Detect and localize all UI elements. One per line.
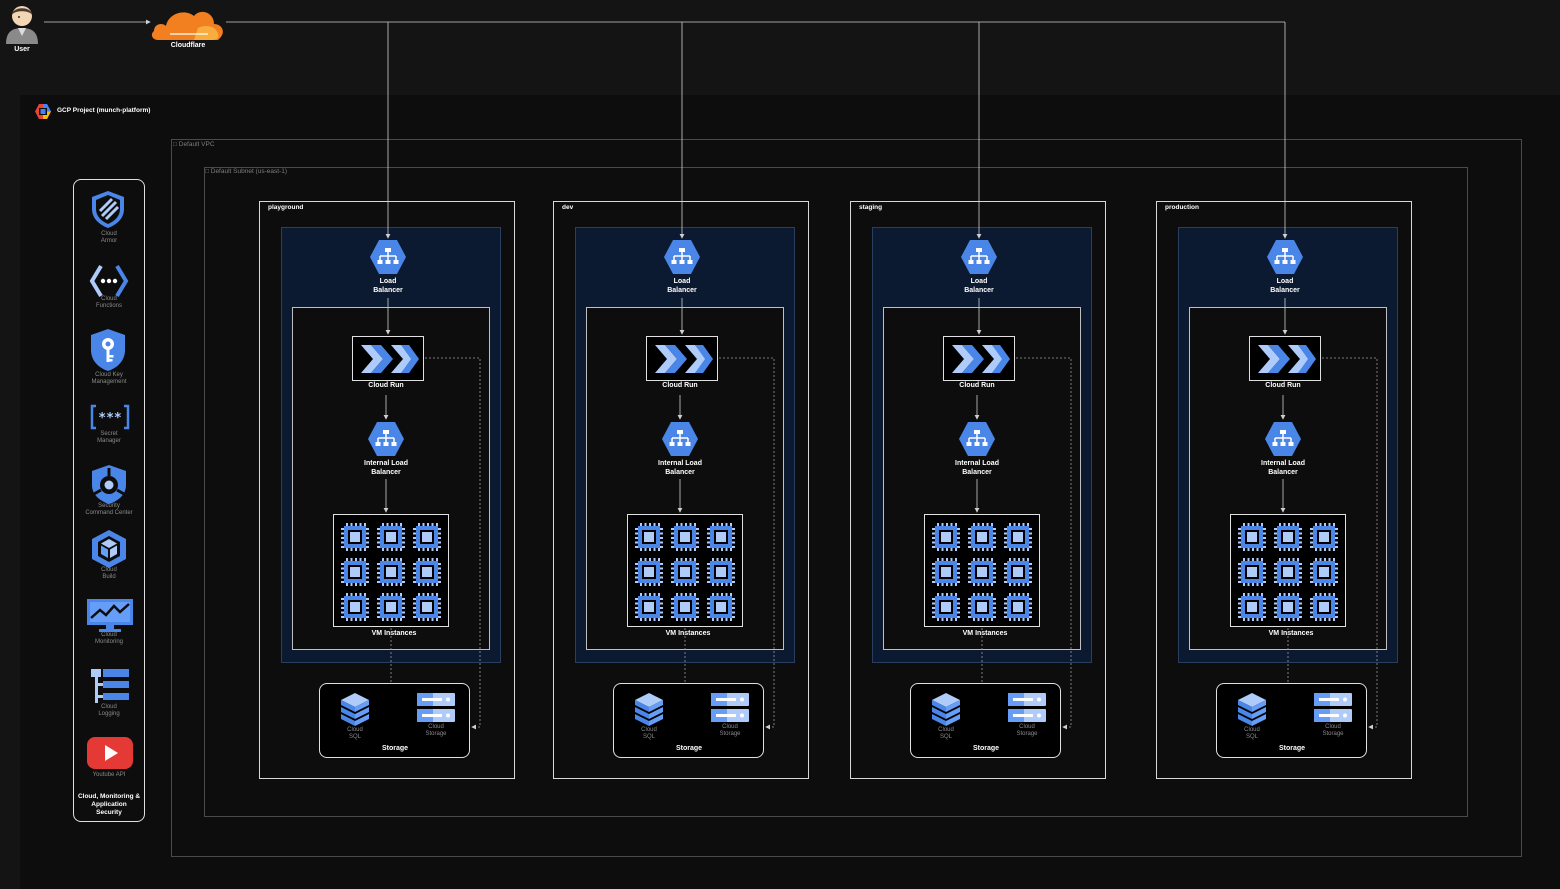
sidebar-item-label: Youtube API	[92, 772, 126, 778]
sidebar-item-label: Security Command Center	[85, 503, 133, 516]
internal-load-balancer-label: Internal Load Balancer	[364, 460, 408, 476]
load-balancer-icon[interactable]	[369, 239, 407, 280]
cloud-run-icon	[1256, 341, 1316, 382]
load-balancer-label: Load Balancer	[1270, 278, 1300, 294]
cloud-run-icon	[653, 341, 713, 382]
environment-title: playground	[268, 204, 304, 211]
vpc-label-row: □ Default VPC	[173, 141, 215, 148]
cloud-run-label: Cloud Run	[1265, 382, 1301, 389]
load-balancer-label: Load Balancer	[667, 278, 697, 294]
cloud-run-icon	[359, 341, 419, 382]
environment-title: staging	[859, 204, 883, 211]
internal-load-balancer-icon[interactable]	[1264, 421, 1302, 462]
vm-cpu-grid-icon	[337, 519, 445, 626]
sidebar-item-label: Cloud Logging	[98, 704, 120, 717]
vpc-icon: □	[173, 141, 177, 148]
cloud-storage-label: Cloud Storage	[719, 724, 741, 737]
sidebar-item-label: Cloud Functions	[95, 296, 122, 309]
cloud-run-box[interactable]	[1249, 336, 1321, 381]
gcp-project-title: GCP Project (munch-platform)	[57, 107, 151, 114]
vm-instances-box[interactable]	[1230, 514, 1346, 627]
cloud-sql-icon[interactable]	[1237, 692, 1267, 731]
internal-load-balancer-icon[interactable]	[958, 421, 996, 462]
internal-load-balancer-label: Internal Load Balancer	[1261, 460, 1305, 476]
internal-load-balancer-icon[interactable]	[367, 421, 405, 462]
environment-title: production	[1165, 204, 1199, 211]
user-label: User	[14, 46, 30, 53]
sidebar-footer-label: Cloud, Monitoring & Application Security	[77, 793, 141, 816]
cloud-sql-icon[interactable]	[340, 692, 370, 731]
youtube-icon[interactable]	[86, 736, 134, 775]
cloud-storage-label: Cloud Storage	[1322, 724, 1344, 737]
internal-load-balancer-label: Internal Load Balancer	[658, 460, 702, 476]
cloudflare-icon	[150, 4, 226, 47]
cloudflare-label: Cloudflare	[170, 42, 206, 49]
cloud-sql-icon[interactable]	[931, 692, 961, 731]
cloud-sql-label: Cloud SQL	[1244, 727, 1260, 740]
cloud-sql-label: Cloud SQL	[641, 727, 657, 740]
cloud-storage-label: Cloud Storage	[1016, 724, 1038, 737]
cloud-sql-icon[interactable]	[634, 692, 664, 731]
cloud-run-label: Cloud Run	[662, 382, 698, 389]
cloud-run-box[interactable]	[646, 336, 718, 381]
storage-label: Storage	[1278, 745, 1306, 752]
svg-text:***: ***	[98, 411, 122, 426]
cloud-storage-label: Cloud Storage	[425, 724, 447, 737]
load-balancer-icon[interactable]	[960, 239, 998, 280]
gcp-project-icon	[35, 104, 51, 124]
key-management-icon[interactable]	[90, 328, 126, 377]
sidebar-item-label: Cloud Key Management	[91, 372, 127, 385]
vpc-label: Default VPC	[178, 141, 215, 148]
cloud-sql-label: Cloud SQL	[347, 727, 363, 740]
vm-instances-label: VM Instances	[371, 630, 417, 637]
load-balancer-label: Load Balancer	[373, 278, 403, 294]
cloud-sql-label: Cloud SQL	[938, 727, 954, 740]
cloud-armor-icon[interactable]	[90, 189, 126, 234]
vm-instances-label: VM Instances	[1268, 630, 1314, 637]
internal-load-balancer-label: Internal Load Balancer	[955, 460, 999, 476]
storage-label: Storage	[675, 745, 703, 752]
cloud-run-label: Cloud Run	[959, 382, 995, 389]
vm-instances-box[interactable]	[924, 514, 1040, 627]
internal-load-balancer-icon[interactable]	[661, 421, 699, 462]
sidebar-item-label: Cloud Build	[101, 567, 117, 580]
cloud-run-icon	[950, 341, 1010, 382]
subnet-label-row: □ Default Subnet (us-east-1)	[205, 168, 287, 175]
cloud-run-label: Cloud Run	[368, 382, 404, 389]
cloud-run-box[interactable]	[943, 336, 1015, 381]
vm-cpu-grid-icon	[631, 519, 739, 626]
vm-instances-label: VM Instances	[665, 630, 711, 637]
load-balancer-icon[interactable]	[663, 239, 701, 280]
subnet-icon: □	[205, 168, 209, 175]
sidebar-item-label: Cloud Armor	[100, 231, 118, 244]
load-balancer-label: Load Balancer	[964, 278, 994, 294]
vm-instances-box[interactable]	[627, 514, 743, 627]
subnet-label: Default Subnet (us-east-1)	[210, 168, 287, 175]
cloud-run-box[interactable]	[352, 336, 424, 381]
environment-title: dev	[562, 204, 574, 211]
vm-instances-box[interactable]	[333, 514, 449, 627]
vm-cpu-grid-icon	[928, 519, 1036, 626]
vm-cpu-grid-icon	[1234, 519, 1342, 626]
vm-instances-label: VM Instances	[962, 630, 1008, 637]
load-balancer-icon[interactable]	[1266, 239, 1304, 280]
sidebar-item-label: Secret Manager	[97, 431, 121, 444]
user-icon	[4, 2, 40, 49]
storage-label: Storage	[381, 745, 409, 752]
sidebar-item-label: Cloud Monitoring	[94, 632, 123, 645]
storage-label: Storage	[972, 745, 1000, 752]
